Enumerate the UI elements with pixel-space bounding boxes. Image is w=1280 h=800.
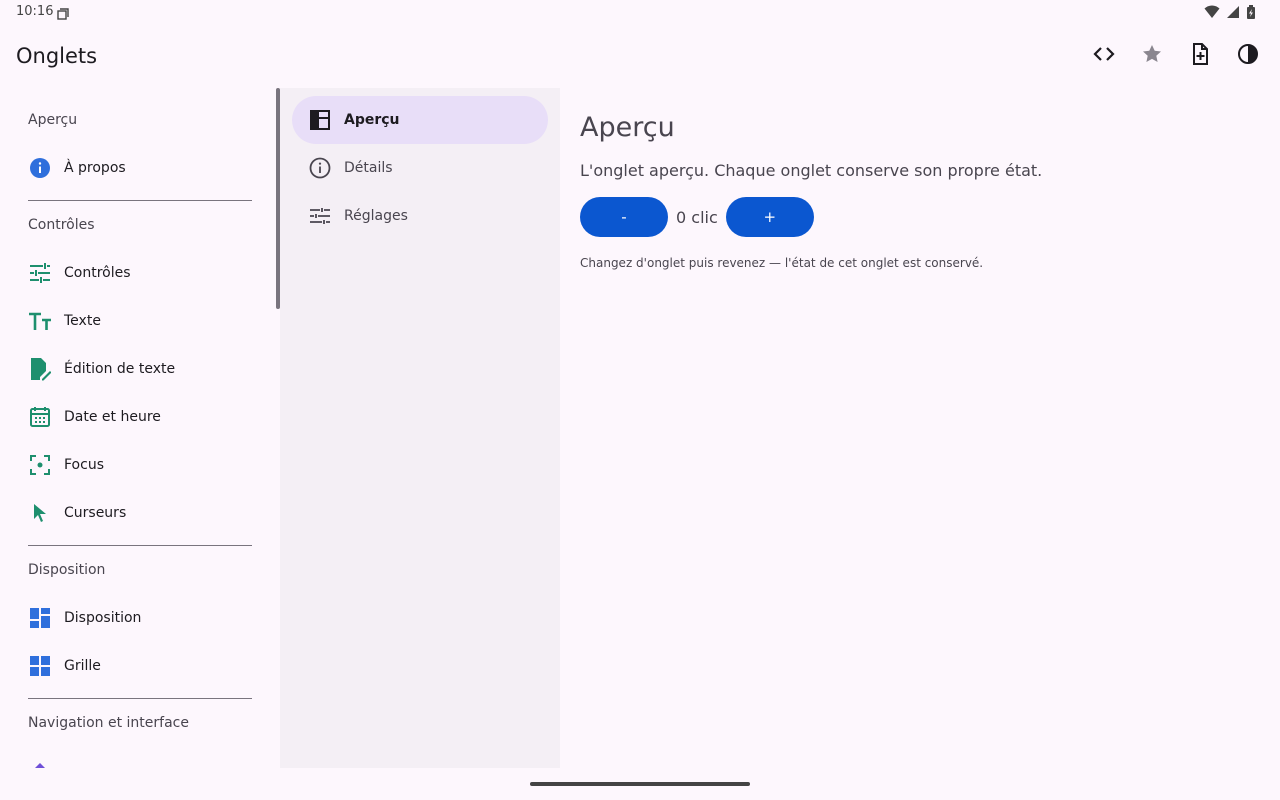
nav-section-header: Contrôles	[28, 217, 95, 233]
nav-divider	[28, 200, 252, 201]
nav-item-label: À propos	[64, 160, 126, 176]
favorite-button[interactable]	[1128, 32, 1176, 80]
dashboard-icon	[28, 606, 52, 630]
nav-divider	[28, 545, 252, 546]
nav-item-label: Date et heure	[64, 409, 161, 425]
info-icon	[28, 156, 52, 180]
code-icon	[1092, 42, 1116, 70]
cursor-icon	[28, 501, 52, 525]
tab-details[interactable]: Détails	[292, 144, 548, 192]
nav-item-focus[interactable]: Focus	[16, 441, 264, 489]
new-file-button[interactable]	[1176, 32, 1224, 80]
focus-icon	[28, 453, 52, 477]
tab-label: Détails	[344, 160, 393, 176]
dashboard-icon	[308, 108, 332, 132]
increment-button[interactable]: +	[725, 197, 814, 237]
contrast-icon	[1236, 42, 1260, 70]
info-outline-icon	[308, 156, 332, 180]
nav-item-label: Grille	[64, 658, 101, 674]
code-button[interactable]	[1080, 32, 1128, 80]
nav-item-texte[interactable]: Texte	[16, 297, 264, 345]
tab-apercu[interactable]: Aperçu	[292, 96, 548, 144]
status-bar: 10:16	[0, 0, 1280, 24]
nav-item-label: Focus	[64, 457, 104, 473]
edit-document-icon	[28, 357, 52, 381]
nav-item-date-et-heure[interactable]: Date et heure	[16, 393, 264, 441]
navigation-drawer: Aperçu À propos Contrôles Contrôles Text…	[0, 88, 280, 768]
nav-section-header: Navigation et interface	[28, 715, 189, 731]
nav-item-edition-de-texte[interactable]: Édition de texte	[16, 345, 264, 393]
tab-label: Réglages	[344, 208, 408, 224]
nav-section-header: Aperçu	[28, 112, 78, 128]
content-note: Changez d'onglet puis revenez — l'état d…	[580, 256, 984, 270]
grid-icon	[28, 654, 52, 678]
diamond-icon	[28, 759, 52, 768]
nav-item-label: Édition de texte	[64, 361, 176, 377]
content-description: L'onglet aperçu. Chaque onglet conserve …	[580, 161, 1043, 180]
battery-icon	[1246, 4, 1256, 23]
nav-item-partial[interactable]	[16, 747, 264, 768]
nav-divider	[28, 698, 252, 699]
status-time: 10:16	[16, 4, 54, 19]
nav-item-label: Disposition	[64, 610, 142, 626]
nav-item-disposition[interactable]: Disposition	[16, 594, 264, 642]
app-title: Onglets	[16, 44, 98, 68]
new-file-icon	[1188, 42, 1212, 70]
nav-section-header: Disposition	[28, 562, 106, 578]
nav-item-label: Texte	[64, 313, 101, 329]
decrement-button[interactable]: -	[580, 197, 668, 237]
nav-item-a-propos[interactable]: À propos	[16, 144, 264, 192]
gesture-bar[interactable]	[530, 782, 750, 786]
text-fields-icon	[28, 309, 52, 333]
nav-item-label: Curseurs	[64, 505, 127, 521]
settings-sliders-icon	[308, 204, 332, 228]
signal-icon	[1226, 4, 1240, 23]
content-title: Aperçu	[580, 112, 675, 143]
notification-icon	[57, 5, 69, 24]
nav-item-controles[interactable]: Contrôles	[16, 249, 264, 297]
theme-button[interactable]	[1224, 32, 1272, 80]
star-icon	[1140, 42, 1164, 70]
tune-icon	[28, 261, 52, 285]
tab-reglages[interactable]: Réglages	[292, 192, 548, 240]
calendar-icon	[28, 405, 52, 429]
top-app-bar: Onglets	[0, 24, 1280, 88]
nav-item-curseurs[interactable]: Curseurs	[16, 489, 264, 537]
counter-value: 0 clic	[676, 207, 718, 227]
wifi-icon	[1204, 4, 1220, 23]
tab-rail: Aperçu Détails Réglages	[280, 88, 560, 768]
nav-item-grille[interactable]: Grille	[16, 642, 264, 690]
nav-item-label: Contrôles	[64, 265, 131, 281]
tab-label: Aperçu	[344, 112, 400, 128]
counter-row: - 0 clic +	[580, 197, 814, 237]
